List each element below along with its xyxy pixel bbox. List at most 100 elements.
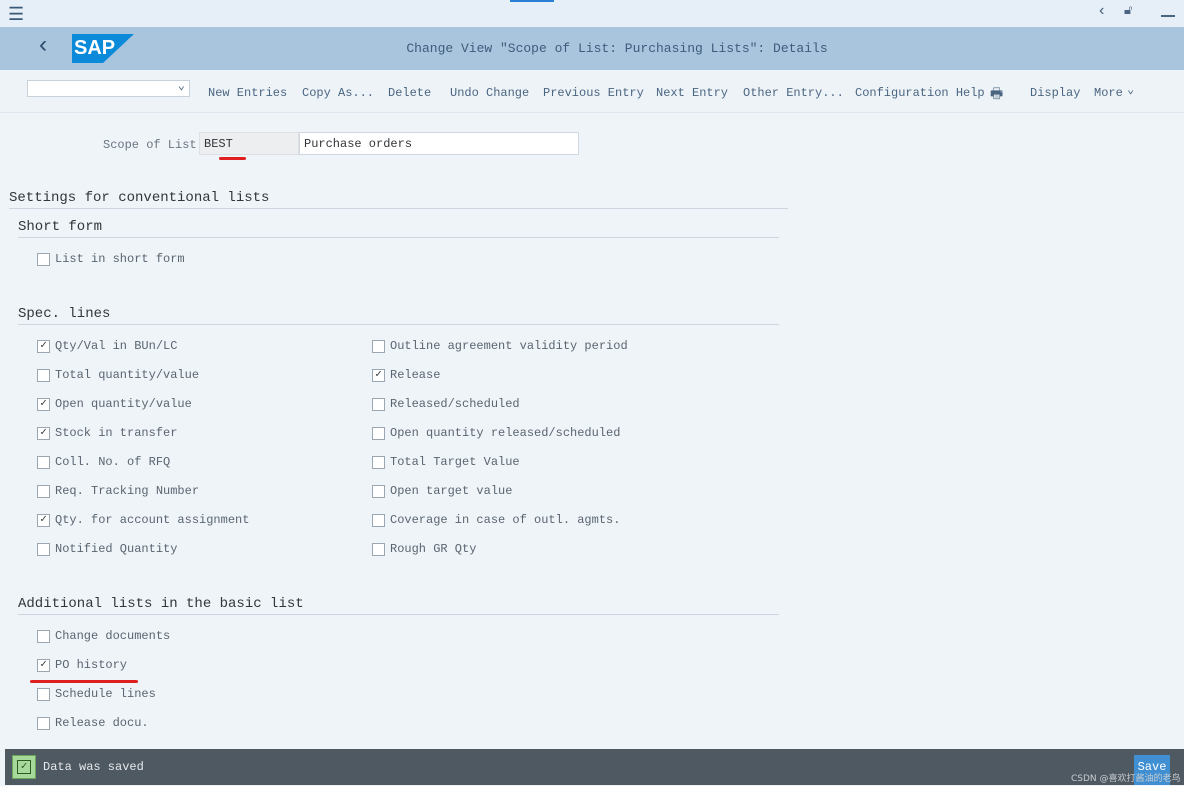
checkbox-item[interactable]: ✓ PO history: [37, 658, 127, 672]
shell-bar: ☰ ‹ 🔓︎: [0, 0, 1184, 27]
watermark: CSDN @喜欢打酱油的老鸟: [1071, 774, 1181, 784]
checkbox-unchecked[interactable]: [372, 397, 385, 411]
print-icon[interactable]: 🖶: [990, 83, 1003, 107]
section-additional: Additional lists in the basic list: [18, 596, 779, 615]
section-conventional: Settings for conventional lists: [9, 190, 788, 209]
checkbox-item[interactable]: List in short form: [37, 252, 185, 266]
checkbox-label: Notified Quantity: [55, 542, 178, 556]
unlock-icon[interactable]: 🔓︎: [1124, 3, 1132, 18]
next-entry-button[interactable]: Next Entry: [656, 86, 728, 100]
status-message: Data was saved: [43, 760, 144, 774]
checkbox-label: Req. Tracking Number: [55, 484, 200, 498]
annotation-underline: [219, 157, 246, 160]
checkbox-checked[interactable]: ✓: [37, 658, 50, 672]
more-button[interactable]: More: [1094, 86, 1123, 100]
checkbox-label: Schedule lines: [55, 687, 156, 701]
checkbox-unchecked[interactable]: [37, 455, 50, 469]
checkbox-item[interactable]: ✓ Qty/Val in BUn/LC: [37, 339, 177, 353]
scope-description-field: Purchase orders: [299, 132, 579, 155]
checkbox-item[interactable]: Open quantity released/scheduled: [372, 426, 620, 440]
minimize-icon[interactable]: [1161, 15, 1175, 17]
active-tab-indicator: [510, 0, 554, 2]
checkbox-unchecked[interactable]: [37, 368, 50, 382]
checkbox-item[interactable]: Schedule lines: [37, 687, 156, 701]
checkbox-label: Stock in transfer: [55, 426, 178, 440]
checkbox-item[interactable]: Open target value: [372, 484, 512, 498]
section-spec-lines: Spec. lines: [18, 306, 779, 325]
scope-description-value: Purchase orders: [304, 137, 413, 151]
checkbox-checked[interactable]: ✓: [37, 426, 50, 440]
checkbox-checked[interactable]: ✓: [372, 368, 385, 382]
undo-change-button[interactable]: Undo Change: [450, 86, 529, 100]
scope-label: Scope of List:: [103, 138, 204, 152]
checkbox-label: PO history: [55, 658, 128, 672]
checkbox-label: Rough GR Qty: [390, 542, 477, 556]
checkbox-label: Outline agreement validity period: [390, 339, 628, 353]
checkbox-label: Coverage in case of outl. agmts.: [390, 513, 621, 527]
copy-as-button[interactable]: Copy As...: [302, 86, 374, 100]
new-entries-button[interactable]: New Entries: [208, 86, 287, 100]
checkbox-unchecked[interactable]: [372, 484, 385, 498]
checkbox-label: Qty/Val in BUn/LC: [55, 339, 178, 353]
checkbox-item[interactable]: Coll. No. of RFQ: [37, 455, 170, 469]
checkbox-item[interactable]: ✓ Qty. for account assignment: [37, 513, 249, 527]
display-button[interactable]: Display: [1030, 86, 1080, 100]
checkbox-label: List in short form: [55, 252, 185, 266]
checkbox-item[interactable]: Req. Tracking Number: [37, 484, 199, 498]
checkbox-unchecked[interactable]: [37, 542, 50, 556]
checkbox-item[interactable]: ✓ Release: [372, 368, 440, 382]
scope-code-value: BEST: [204, 137, 233, 151]
success-icon: ✓: [12, 755, 36, 779]
checkbox-item[interactable]: Rough GR Qty: [372, 542, 476, 556]
checkbox-item[interactable]: Release docu.: [37, 716, 149, 730]
checkbox-checked[interactable]: ✓: [37, 339, 50, 353]
checkbox-item[interactable]: Notified Quantity: [37, 542, 177, 556]
checkbox-unchecked[interactable]: [372, 426, 385, 440]
checkbox-unchecked[interactable]: [37, 687, 50, 701]
checkbox-label: Open quantity released/scheduled: [390, 426, 621, 440]
back-small-icon[interactable]: ‹: [1097, 2, 1107, 20]
checkbox-item[interactable]: Coverage in case of outl. agmts.: [372, 513, 620, 527]
checkbox-item[interactable]: ✓ Stock in transfer: [37, 426, 177, 440]
checkbox-label: Open quantity/value: [55, 397, 192, 411]
checkbox-item[interactable]: Change documents: [37, 629, 170, 643]
other-entry-button[interactable]: Other Entry...: [743, 86, 844, 100]
checkbox-label: Qty. for account assignment: [55, 513, 250, 527]
checkbox-checked[interactable]: ✓: [37, 397, 50, 411]
checkbox-item[interactable]: Total Target Value: [372, 455, 520, 469]
checkbox-label: Change documents: [55, 629, 171, 643]
menu-icon[interactable]: ☰: [8, 4, 24, 26]
checkbox-unchecked[interactable]: [372, 513, 385, 527]
checkbox-item[interactable]: Outline agreement validity period: [372, 339, 628, 353]
command-field[interactable]: ⌄: [27, 79, 190, 97]
title-bar: ‹ SAP Change View "Scope of List: Purcha…: [0, 27, 1184, 70]
checkbox-unchecked[interactable]: [372, 455, 385, 469]
checkbox-label: Release docu.: [55, 716, 149, 730]
checkbox-item[interactable]: ✓ Open quantity/value: [37, 397, 192, 411]
previous-entry-button[interactable]: Previous Entry: [543, 86, 644, 100]
checkbox-label: Total Target Value: [390, 455, 520, 469]
annotation-underline: [30, 680, 138, 683]
delete-button[interactable]: Delete: [388, 86, 431, 100]
chevron-down-icon: ⌄: [177, 79, 185, 93]
more-chevron-icon: ⌄: [1127, 83, 1135, 97]
checkbox-label: Released/scheduled: [390, 397, 520, 411]
checkbox-label: Coll. No. of RFQ: [55, 455, 171, 469]
checkbox-unchecked[interactable]: [37, 484, 50, 498]
checkbox-label: Release: [390, 368, 441, 382]
checkbox-unchecked[interactable]: [37, 716, 50, 730]
checkbox-label: Total quantity/value: [55, 368, 200, 382]
checkbox-item[interactable]: Released/scheduled: [372, 397, 520, 411]
checkbox-unchecked[interactable]: [372, 339, 385, 353]
checkbox-unchecked[interactable]: [37, 252, 50, 266]
checkbox-checked[interactable]: ✓: [37, 513, 50, 527]
scope-code-field[interactable]: BEST: [199, 132, 299, 155]
checkbox-label: Open target value: [390, 484, 513, 498]
status-bar: ✓ Data was saved Save CSDN @喜欢打酱油的老鸟: [5, 749, 1184, 785]
section-short-form: Short form: [18, 219, 779, 238]
checkbox-unchecked[interactable]: [37, 629, 50, 643]
checkbox-unchecked[interactable]: [372, 542, 385, 556]
page-title: Change View "Scope of List: Purchasing L…: [406, 41, 828, 56]
configuration-help-button[interactable]: Configuration Help: [855, 86, 985, 100]
checkbox-item[interactable]: Total quantity/value: [37, 368, 199, 382]
